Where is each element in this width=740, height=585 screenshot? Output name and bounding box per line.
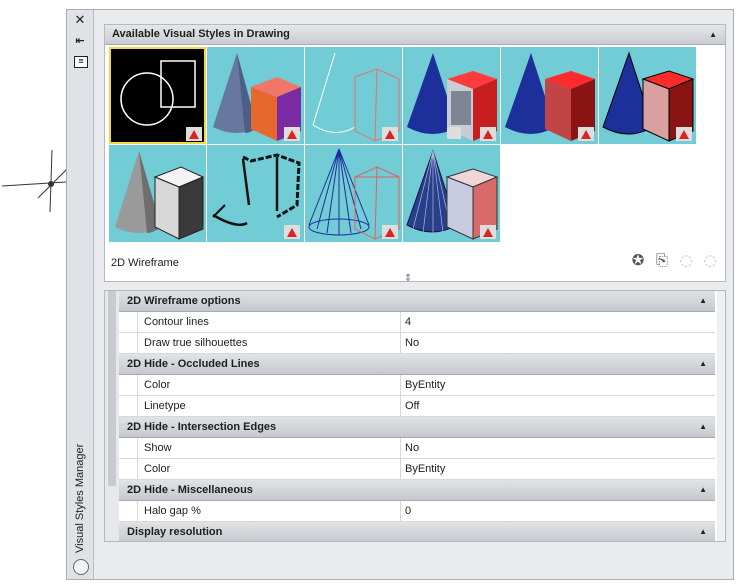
collapse-arrow-icon[interactable]: ▲ <box>699 354 707 374</box>
property-value[interactable]: 0 <box>401 501 715 521</box>
palette-settings-icon[interactable] <box>73 559 89 575</box>
property-category-title: 2D Wireframe options <box>127 295 241 307</box>
property-category-header[interactable]: 2D Hide - Miscellaneous ▲ <box>119 480 715 501</box>
property-value[interactable]: No <box>401 438 715 458</box>
property-name: Show <box>138 438 401 458</box>
style-thumb-x-ray[interactable] <box>403 145 500 242</box>
style-properties-panel: 2D Wireframe options ▲ Contour lines 4 Draw … <box>104 290 726 542</box>
property-row[interactable]: Halo gap % 0 <box>119 501 715 522</box>
property-value[interactable]: ByEntity <box>401 375 715 395</box>
current-style-name: 2D Wireframe <box>111 257 179 269</box>
property-category-header[interactable]: Display resolution ▲ <box>119 522 715 541</box>
property-row[interactable]: Color ByEntity <box>119 459 715 480</box>
property-name: Draw true silhouettes <box>138 333 401 353</box>
style-thumb-hidden[interactable] <box>305 47 402 144</box>
available-visual-styles-panel: Available Visual Styles in Drawing ▲ 2D … <box>104 24 726 282</box>
properties-menu-icon[interactable]: ≡ <box>74 56 88 68</box>
style-thumb-2d-wireframe[interactable] <box>109 47 206 144</box>
style-thumb-wireframe[interactable] <box>305 145 402 242</box>
property-category-title: 2D Hide - Intersection Edges <box>127 421 277 433</box>
property-name: Halo gap % <box>138 501 401 521</box>
collapse-arrow-icon[interactable]: ▲ <box>709 25 717 44</box>
row-gutter <box>119 375 138 395</box>
row-gutter <box>119 459 138 479</box>
collapse-arrow-icon[interactable]: ▲ <box>699 480 707 500</box>
row-gutter <box>119 501 138 521</box>
delete-style-icon[interactable]: ◌ <box>701 251 719 269</box>
create-new-style-icon[interactable]: ✪ <box>629 251 647 269</box>
palette-title: Visual Styles Manager <box>70 413 90 553</box>
property-category-header[interactable]: 2D Hide - Occluded Lines ▲ <box>119 354 715 375</box>
row-gutter <box>119 396 138 416</box>
property-category-header[interactable]: 2D Hide - Intersection Edges ▲ <box>119 417 715 438</box>
collapse-arrow-icon[interactable]: ▲ <box>699 417 707 437</box>
property-value[interactable]: Off <box>401 396 715 416</box>
property-row[interactable]: Show No <box>119 438 715 459</box>
row-gutter <box>119 312 138 332</box>
property-row[interactable]: Color ByEntity <box>119 375 715 396</box>
properties-gutter <box>105 291 120 541</box>
style-thumb-shaded-with-edges[interactable] <box>599 47 696 144</box>
palette-title-text: Visual Styles Manager <box>74 443 86 553</box>
property-row[interactable]: Contour lines 4 <box>119 312 715 333</box>
property-category-title: 2D Hide - Miscellaneous <box>127 484 253 496</box>
row-gutter <box>119 438 138 458</box>
property-value[interactable]: ByEntity <box>401 459 715 479</box>
properties-list: 2D Wireframe options ▲ Contour lines 4 Draw … <box>119 291 715 541</box>
collapse-arrow-icon[interactable]: ▲ <box>699 291 707 311</box>
panel-splitter[interactable]: ⇕ <box>404 273 412 284</box>
close-icon[interactable]: ✕ <box>73 14 87 28</box>
available-styles-header[interactable]: Available Visual Styles in Drawing ▲ <box>105 25 725 45</box>
property-value[interactable]: No <box>401 333 715 353</box>
property-category-header[interactable]: 2D Wireframe options ▲ <box>119 291 715 312</box>
style-toolbar: ✪ ⎘ ◌ ◌ <box>629 251 719 271</box>
property-category-title: Display resolution <box>127 526 223 538</box>
row-gutter <box>119 333 138 353</box>
auto-hide-icon[interactable]: ⇤ <box>73 34 87 48</box>
property-value[interactable]: 4 <box>401 312 715 332</box>
visual-styles-manager-palette: ✕ ⇤ ≡ Visual Styles Manager Available Vi… <box>66 9 734 580</box>
property-row[interactable]: Draw true silhouettes No <box>119 333 715 354</box>
style-thumb-realistic[interactable] <box>403 47 500 144</box>
collapse-arrow-icon[interactable]: ▲ <box>699 522 707 541</box>
property-name: Linetype <box>138 396 401 416</box>
palette-title-bar[interactable]: ✕ ⇤ ≡ Visual Styles Manager <box>67 10 94 579</box>
property-category-title: 2D Hide - Occluded Lines <box>127 358 260 370</box>
property-name: Contour lines <box>138 312 401 332</box>
style-thumb-shades-of-gray[interactable] <box>109 145 206 242</box>
properties-scrollbar[interactable] <box>717 291 725 541</box>
export-style-icon[interactable]: ◌ <box>677 251 695 269</box>
apply-style-icon[interactable]: ⎘ <box>653 251 671 269</box>
property-row[interactable]: Linetype Off <box>119 396 715 417</box>
style-thumb-shaded[interactable] <box>501 47 598 144</box>
property-name: Color <box>138 375 401 395</box>
available-styles-title: Available Visual Styles in Drawing <box>112 28 290 40</box>
property-name: Color <box>138 459 401 479</box>
style-thumb-conceptual[interactable] <box>207 47 304 144</box>
style-thumb-sketchy[interactable] <box>207 145 304 242</box>
style-thumbnails <box>109 47 709 243</box>
